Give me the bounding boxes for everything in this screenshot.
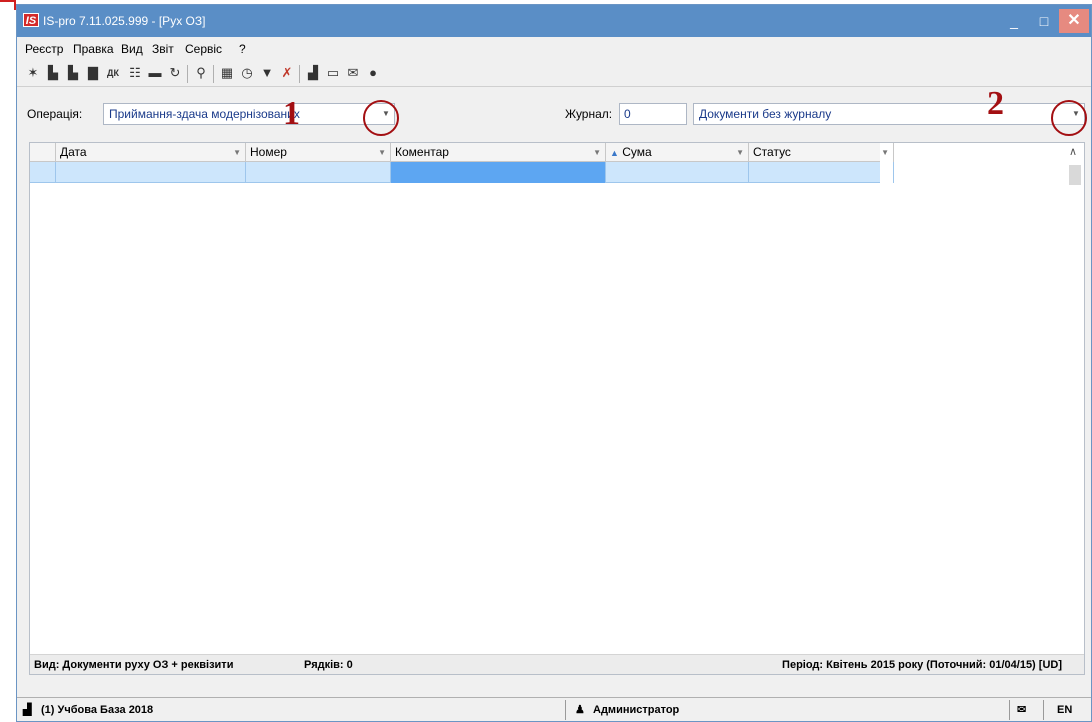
annotation-circle-1 <box>363 100 399 136</box>
status-separator <box>565 700 566 720</box>
window-title: IS-pro 7.11.025.999 - [Рух ОЗ] <box>43 14 206 28</box>
view-info: Вид: Документи руху ОЗ + реквізити <box>34 659 234 671</box>
new-document-icon[interactable]: ✶ <box>25 65 41 81</box>
mail-icon[interactable]: ✉ <box>1017 698 1026 722</box>
operation-value: Приймання-здача модернізованих <box>109 107 300 121</box>
row-indicator-header <box>30 143 56 162</box>
sort-ascending-icon: ▲ <box>610 148 619 158</box>
column-sum[interactable]: ▲ Сума ▼ <box>606 143 749 162</box>
annotation-1: 1 <box>283 95 300 132</box>
print-icon[interactable]: ▬ <box>147 65 163 81</box>
column-date[interactable]: Дата ▼ <box>56 143 246 162</box>
cell-date[interactable] <box>56 162 246 183</box>
toolbar-separator <box>299 65 300 83</box>
column-comment[interactable]: Коментар ▼ <box>391 143 606 162</box>
minimize-button[interactable]: _ <box>999 9 1029 33</box>
vertical-scrollbar[interactable]: ∧ ∨ <box>1066 143 1084 674</box>
title-bar[interactable]: IS IS-pro 7.11.025.999 - [Рух ОЗ] _ □ ✕ <box>17 5 1091 37</box>
journal-value: Документи без журналу <box>699 107 832 121</box>
column-filter-icon[interactable]: ▼ <box>881 143 889 162</box>
filter-bar: Операція: Приймання-здача модернізованих… <box>17 101 1091 127</box>
app-window: IS IS-pro 7.11.025.999 - [Рух ОЗ] _ □ ✕ … <box>16 4 1092 722</box>
key-icon[interactable]: ⚲ <box>193 65 209 81</box>
filter-icon[interactable]: ▼ <box>259 65 275 81</box>
user-name: Администратор <box>593 704 680 716</box>
menu-service[interactable]: Сервіс <box>185 42 222 56</box>
column-filter-icon[interactable]: ▼ <box>233 143 241 162</box>
documents-table: Дата ▼ Номер ▼ Коментар ▼ ▲ Сума ▼ Стату… <box>29 142 1085 675</box>
user-icon: ♟ <box>575 704 585 716</box>
column-date-label: Дата <box>60 145 87 159</box>
column-number-label: Номер <box>250 145 287 159</box>
database-name: (1) Учбова База 2018 <box>41 704 154 716</box>
row-indicator[interactable] <box>30 162 56 183</box>
cell-status[interactable] <box>749 162 894 183</box>
paste-icon[interactable]: ▙ <box>65 65 81 81</box>
period-info: Період: Квітень 2015 року (Поточний: 01/… <box>782 659 1062 671</box>
app-logo-icon: IS <box>23 13 39 27</box>
stack-icon[interactable]: ▇ <box>85 65 101 81</box>
journal-select[interactable]: Документи без журналу ▼ <box>693 103 1085 125</box>
debit-credit-icon[interactable]: ДК <box>105 65 121 81</box>
operation-select[interactable]: Приймання-здача модернізованих ▼ <box>103 103 395 125</box>
cell-number[interactable] <box>246 162 391 183</box>
table-row[interactable] <box>30 162 894 183</box>
toolbar-separator <box>213 65 214 83</box>
annotation-circle-2 <box>1051 100 1087 136</box>
chart-icon[interactable]: ▟ <box>305 65 321 81</box>
form-icon[interactable]: ▭ <box>325 65 341 81</box>
column-filter-icon[interactable]: ▼ <box>736 143 744 162</box>
clear-filter-icon[interactable]: ✗ <box>279 65 295 81</box>
column-status[interactable]: Статус ▼ <box>749 143 894 162</box>
menu-help[interactable]: ? <box>239 42 246 56</box>
scroll-up-icon[interactable]: ∧ <box>1069 145 1077 158</box>
toolbar-separator <box>187 65 188 83</box>
status-separator <box>1009 700 1010 720</box>
column-number[interactable]: Номер ▼ <box>246 143 391 162</box>
close-button[interactable]: ✕ <box>1059 9 1089 33</box>
annotation-2: 2 <box>987 85 1004 122</box>
database-icon: ▟ <box>23 704 32 716</box>
scrollbar-thumb[interactable] <box>1069 165 1081 185</box>
tree-icon[interactable]: ☷ <box>127 65 143 81</box>
table-icon[interactable]: ▦ <box>219 65 235 81</box>
journal-number-field[interactable]: 0 <box>619 103 687 125</box>
help-icon[interactable]: ● <box>365 65 381 81</box>
grid-status-bar: Вид: Документи руху ОЗ + реквізити Рядкі… <box>30 654 1084 674</box>
column-status-label: Статус <box>753 145 791 159</box>
menu-report[interactable]: Звіт <box>152 42 174 56</box>
column-filter-icon[interactable]: ▼ <box>593 143 601 162</box>
status-bar: ▟ (1) Учбова База 2018 ♟ Администратор ✉… <box>17 697 1091 721</box>
column-comment-label: Коментар <box>395 145 449 159</box>
language-indicator[interactable]: EN <box>1057 698 1072 722</box>
cell-comment[interactable] <box>391 162 606 183</box>
copy-icon[interactable]: ▙ <box>45 65 61 81</box>
cell-sum[interactable] <box>606 162 749 183</box>
menu-registry[interactable]: Реєстр <box>25 42 63 56</box>
status-separator <box>1043 700 1044 720</box>
menu-view[interactable]: Вид <box>121 42 143 56</box>
clock-icon[interactable]: ◷ <box>239 65 255 81</box>
operation-label: Операція: <box>27 107 83 121</box>
column-filter-icon[interactable]: ▼ <box>378 143 386 162</box>
mail-icon[interactable]: ✉ <box>345 65 361 81</box>
menu-edit[interactable]: Правка <box>73 42 114 56</box>
refresh-icon[interactable]: ↻ <box>167 65 183 81</box>
toolbar: ✶ ▙ ▙ ▇ ДК ☷ ▬ ↻ ⚲ ▦ ◷ ▼ ✗ ▟ ▭ ✉ ● <box>17 61 1091 87</box>
row-count: Рядків: 0 <box>304 659 353 671</box>
table-header: Дата ▼ Номер ▼ Коментар ▼ ▲ Сума ▼ Стату… <box>30 143 894 162</box>
menu-bar: Реєстр Правка Вид Звіт Сервіс ? <box>17 37 1091 59</box>
maximize-button[interactable]: □ <box>1029 9 1059 33</box>
column-sum-label: Сума <box>622 145 652 159</box>
journal-label: Журнал: <box>565 107 613 121</box>
